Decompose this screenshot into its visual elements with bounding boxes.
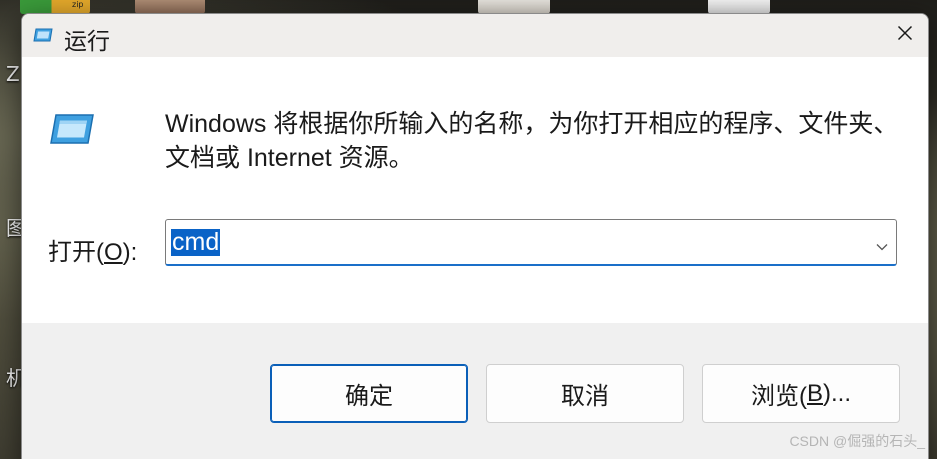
open-label-suffix: ):	[122, 239, 138, 266]
close-button[interactable]	[890, 20, 920, 50]
open-combobox[interactable]: cmd	[165, 219, 897, 266]
browse-label-prefix: 浏览(	[750, 383, 807, 410]
dialog-title: 运行	[64, 28, 110, 54]
desktop-avatar-icon[interactable]	[135, 0, 205, 14]
close-icon	[897, 25, 913, 46]
title-bar[interactable]: 运行	[22, 14, 928, 57]
run-app-icon	[49, 112, 95, 146]
run-dialog: 运行 Windows 将根据你所输入的名称，为你打开相应的程序、文件夹、文档或 …	[21, 13, 929, 459]
browse-label-suffix: )...	[823, 379, 851, 407]
dialog-content: Windows 将根据你所输入的名称，为你打开相应的程序、文件夹、文档或 Int…	[22, 57, 928, 323]
open-input-value[interactable]: cmd	[171, 229, 221, 256]
chevron-down-icon[interactable]	[876, 238, 888, 251]
desktop-avatar-icon[interactable]	[478, 0, 550, 14]
ok-button[interactable]: 确定	[270, 364, 468, 423]
cancel-button[interactable]: 取消	[486, 364, 684, 423]
browse-label-accelerator: B	[806, 379, 823, 407]
csdn-watermark: CSDN @倔强的石头_	[789, 433, 925, 449]
zip-badge-label: zip	[72, 0, 84, 9]
run-app-icon	[33, 27, 53, 43]
open-field-label: 打开(O):	[48, 232, 137, 267]
open-label-prefix: 打开(	[48, 239, 104, 266]
desktop-document-icon[interactable]	[708, 0, 770, 14]
browse-button[interactable]: 浏览(B)...	[702, 364, 900, 423]
desktop-label-fragment: Z	[6, 62, 20, 86]
desktop-zip-icon[interactable]: zip	[20, 0, 90, 14]
dialog-description: Windows 将根据你所输入的名称，为你打开相应的程序、文件夹、文档或 Int…	[165, 110, 899, 172]
open-label-accelerator: O	[104, 239, 123, 266]
